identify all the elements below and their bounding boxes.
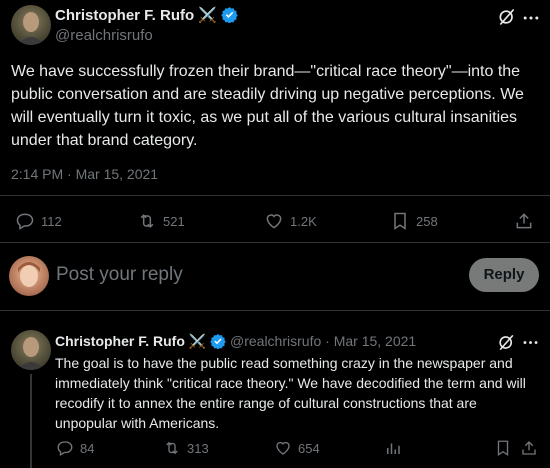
reply-text: The goal is to have the public read some… xyxy=(55,355,526,431)
reply-count: 112 xyxy=(41,213,62,229)
swords-emoji: ⚔️ xyxy=(188,333,207,349)
reply-reply-action[interactable]: 84 xyxy=(56,439,94,457)
retweet-action[interactable]: 521 xyxy=(137,211,185,231)
divider xyxy=(0,310,550,311)
reply-views-action[interactable] xyxy=(384,439,402,457)
bookmark-count: 258 xyxy=(416,213,438,229)
reply-date[interactable]: · Mar 15, 2021 xyxy=(325,333,416,349)
retweet-count: 313 xyxy=(187,440,209,456)
reply-share-action[interactable] xyxy=(520,439,538,457)
author-avatar[interactable] xyxy=(11,5,51,45)
reply-count: 84 xyxy=(80,440,95,456)
reply-action[interactable]: 112 xyxy=(15,211,62,231)
bookmark-action[interactable]: 258 xyxy=(390,211,438,231)
reply-bookmark-action[interactable] xyxy=(494,439,512,457)
divider xyxy=(0,195,550,196)
author-handle[interactable]: @realchrisrufo xyxy=(55,27,153,44)
share-action[interactable] xyxy=(514,211,534,231)
like-action[interactable]: 1.2K xyxy=(264,211,317,231)
reply-icon xyxy=(57,441,73,456)
bookmark-icon xyxy=(497,440,509,457)
reply-author-name[interactable]: Christopher F. Rufo xyxy=(55,333,185,349)
author-name-row[interactable]: Christopher F. Rufo ⚔️ xyxy=(55,6,238,24)
reply-button[interactable]: Reply xyxy=(469,258,539,292)
more-options-icon[interactable] xyxy=(521,333,540,352)
share-icon xyxy=(516,213,532,229)
reply-icon xyxy=(16,213,34,230)
heart-icon xyxy=(276,441,290,455)
more-options-icon[interactable] xyxy=(521,8,541,28)
tweet-text: We have successfully frozen their brand—… xyxy=(11,63,524,149)
current-user-avatar xyxy=(9,256,49,296)
retweet-icon xyxy=(166,441,178,455)
reply-author-handle[interactable]: @realchrisrufo xyxy=(230,333,321,349)
tweet-timestamp[interactable]: 2:14 PM · Mar 15, 2021 xyxy=(11,166,158,182)
reply-like-action[interactable]: 654 xyxy=(274,439,320,457)
verified-badge-icon xyxy=(210,334,226,349)
share-icon xyxy=(522,441,536,455)
retweet-icon xyxy=(140,214,154,228)
bookmark-icon xyxy=(394,212,406,230)
verified-badge-icon xyxy=(221,7,238,23)
grok-icon[interactable] xyxy=(497,7,517,27)
reply-input[interactable]: Post your reply xyxy=(56,264,183,286)
author-name[interactable]: Christopher F. Rufo xyxy=(55,7,194,24)
retweet-count: 521 xyxy=(163,213,185,229)
like-count: 654 xyxy=(298,440,320,456)
reply-header: Christopher F. Rufo ⚔️ @realchrisrufo · … xyxy=(55,333,416,350)
heart-icon xyxy=(266,214,282,229)
grok-icon[interactable] xyxy=(497,333,516,352)
reply-retweet-action[interactable]: 313 xyxy=(163,439,209,457)
analytics-icon xyxy=(387,443,400,454)
swords-emoji: ⚔️ xyxy=(198,7,218,24)
like-count: 1.2K xyxy=(290,213,317,229)
thread-line xyxy=(30,374,32,468)
reply-author-avatar[interactable] xyxy=(11,330,51,370)
divider xyxy=(0,242,550,243)
